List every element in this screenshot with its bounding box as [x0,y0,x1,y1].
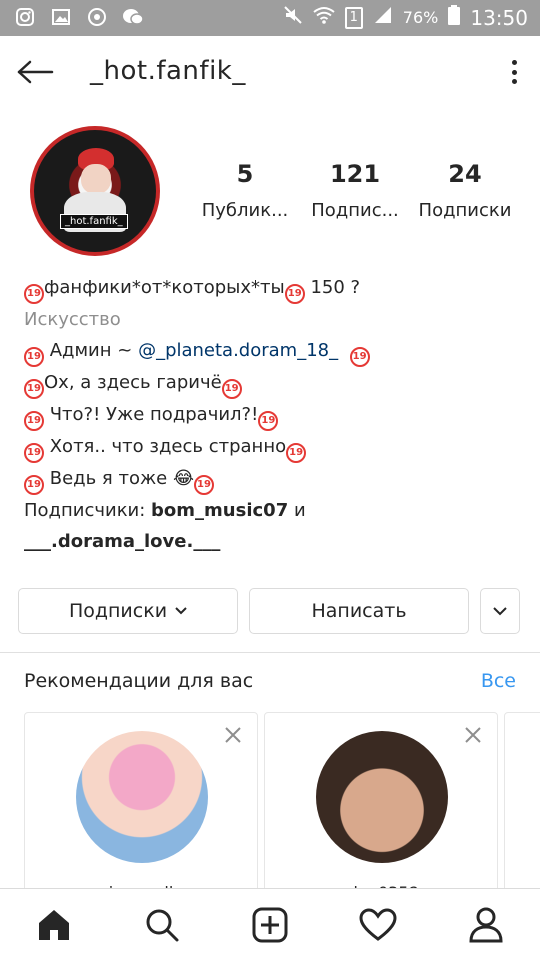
age-19-icon: 19 [24,475,44,495]
bio-line-6: 19 Хотя.. что здесь странно 19 [24,431,524,463]
tab-home[interactable] [24,895,84,955]
heart-icon [359,907,397,941]
battery-icon [448,5,461,30]
battery-percent: 76% [402,8,439,27]
clock: 13:50 [470,5,528,30]
bio-text: Что?! Уже подрачил?! [44,404,259,425]
tab-new-post[interactable] [240,895,300,955]
add-post-icon [252,907,288,942]
followed-by-label: Подписчики: [24,500,152,521]
tab-search[interactable] [132,895,192,955]
sim-icon: 1 [344,6,363,29]
message-button[interactable]: Написать [249,588,469,634]
gallery-icon [50,6,72,28]
admin-mention-link[interactable]: @_planeta.doram_18_ [138,340,338,361]
signal-icon [373,5,393,30]
see-all-link[interactable]: Все [481,670,516,692]
status-bar: 1 76% 13:50 [0,0,540,36]
profile-icon [469,907,503,942]
dismiss-button[interactable] [463,725,483,745]
section-divider [0,652,540,653]
recommendation-avatar[interactable] [76,731,208,863]
following-button-label: Подписки [68,600,168,622]
dot [511,79,517,84]
message-button-label: Написать [311,600,407,622]
posts-label: Публик... [201,200,289,221]
recommendation-card-partial[interactable] [504,712,540,912]
wifi-icon [313,5,335,30]
tab-activity[interactable] [348,895,408,955]
age-19-icon: 19 [221,379,242,399]
followers-count: 121 [329,160,381,188]
stat-posts[interactable]: 5 Публик... [190,160,300,230]
close-icon [465,727,481,743]
age-19-icon: 19 [24,347,44,367]
bio-text: Ведь я тоже 😂 [44,468,195,489]
suggestions-toggle-button[interactable] [480,588,520,634]
close-icon [225,727,241,743]
profile-username: _hot.fanfik_ [90,56,246,86]
age-19-icon: 19 [24,284,44,304]
avatar-image: _hot.fanfik_ [34,130,156,252]
system-status: 1 76% 13:50 [283,5,528,30]
recommendations-title: Рекомендации для вас [24,670,254,692]
profile-category: Искусство [24,309,121,330]
bio-line-5: 19 Что?! Уже подрачил?! 19 [24,399,524,431]
followed-by-line-2: ___.dorama_love.___ [24,526,524,557]
recommendation-card[interactable]: j...m....ll [24,712,258,912]
tab-profile[interactable] [456,895,516,955]
dot [511,69,517,75]
dismiss-button[interactable] [223,725,243,745]
posts-count: 5 [236,160,254,188]
bottom-tab-bar [0,888,540,960]
age-19-icon: 19 [349,347,370,367]
instagram-icon [14,6,36,28]
stat-followers[interactable]: 121 Подпис... [300,160,410,230]
bio-text: фанфики*от*которых*ты [44,277,285,298]
stat-following[interactable]: 24 Подписки [410,160,520,230]
back-button[interactable] [16,54,56,90]
following-label: Подписки [418,200,512,221]
chrome-icon [86,6,108,28]
recommendation-card[interactable]: ..k...0358 [264,712,498,912]
top-nav: _hot.fanfik_ [0,36,540,108]
mute-icon [283,5,303,30]
chevron-down-icon [175,607,187,615]
follower-link[interactable]: bom_music07 [151,500,288,521]
profile-bio: 19 фанфики*от*которых*ты 19 150 ? Искусств… [24,272,524,557]
bio-line-1: 19 фанфики*от*которых*ты 19 150 ? [24,272,524,304]
age-19-icon: 19 [258,411,279,431]
following-button[interactable]: Подписки [18,588,238,634]
chat-icon [122,6,144,28]
notification-icons [14,6,144,28]
followers-label: Подпис... [311,200,399,221]
profile-avatar[interactable]: _hot.fanfik_ [30,126,160,256]
age-19-icon: 19 [194,475,215,495]
followed-by-join: и [288,500,306,521]
followed-by-line: Подписчики: bom_music07 и [24,495,524,526]
chevron-down-icon [493,606,507,615]
age-19-icon: 19 [24,443,44,463]
bio-line-admin: 19 Админ ~ @_planeta.doram_18_ 19 [24,335,524,367]
search-icon [146,909,179,941]
bio-text: Ох, а здесь гаричё [44,372,222,393]
bio-text: Хотя.. что здесь странно [44,436,287,457]
age-19-icon: 19 [284,284,305,304]
back-arrow-icon [17,60,54,84]
dot [511,60,517,65]
age-19-icon: 19 [286,443,307,463]
following-count: 24 [448,160,482,188]
bio-line-7: 19 Ведь я тоже 😂 19 [24,463,524,495]
bio-line-4: 19 Ох, а здесь гаричё 19 [24,367,524,399]
more-options-button[interactable] [504,56,524,88]
avatar-tag: _hot.fanfik_ [60,214,128,229]
age-19-icon: 19 [24,379,44,399]
follower-link[interactable]: ___.dorama_love.___ [24,531,220,552]
home-icon [39,909,69,940]
age-19-icon: 19 [24,411,44,431]
bio-text: Админ ~ [44,340,139,361]
recommendation-avatar[interactable] [316,731,448,863]
bio-text: 150 ? [304,277,361,298]
profile-stats: 5 Публик... 121 Подпис... 24 Подписки [190,160,520,230]
